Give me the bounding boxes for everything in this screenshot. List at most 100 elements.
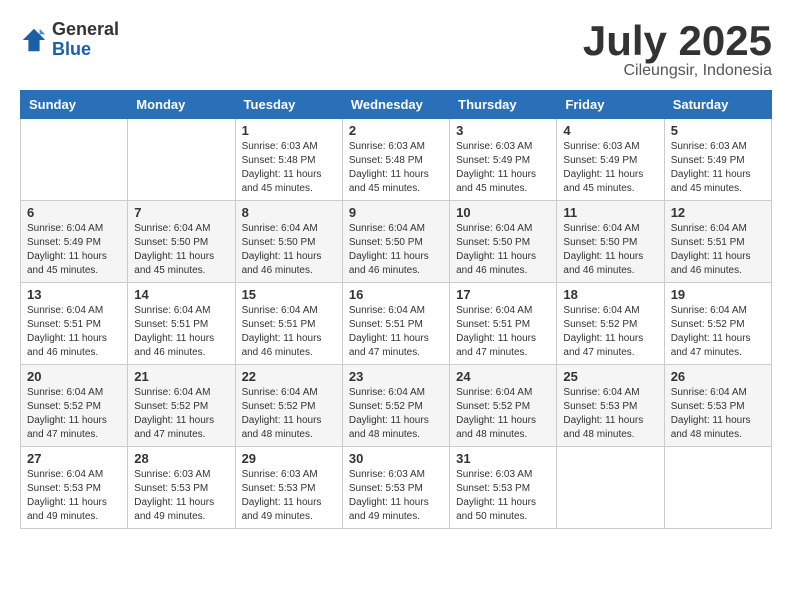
day-info: Sunrise: 6:03 AM Sunset: 5:53 PM Dayligh…: [134, 468, 228, 524]
day-info: Sunrise: 6:04 AM Sunset: 5:51 PM Dayligh…: [27, 304, 121, 360]
day-info: Sunrise: 6:04 AM Sunset: 5:53 PM Dayligh…: [671, 386, 765, 442]
weekday-header-friday: Friday: [557, 91, 664, 119]
day-number: 25: [563, 369, 657, 384]
day-number: 13: [27, 287, 121, 302]
calendar-cell: [128, 119, 235, 201]
day-number: 19: [671, 287, 765, 302]
weekday-header-tuesday: Tuesday: [235, 91, 342, 119]
day-number: 31: [456, 451, 550, 466]
weekday-header-monday: Monday: [128, 91, 235, 119]
day-info: Sunrise: 6:04 AM Sunset: 5:52 PM Dayligh…: [671, 304, 765, 360]
day-info: Sunrise: 6:04 AM Sunset: 5:50 PM Dayligh…: [134, 222, 228, 278]
day-number: 23: [349, 369, 443, 384]
day-number: 10: [456, 205, 550, 220]
calendar-cell: 26 Sunrise: 6:04 AM Sunset: 5:53 PM Dayli…: [664, 365, 771, 447]
calendar-cell: 24Sunrise: 6:04 AM Sunset: 5:52 PM Dayli…: [450, 365, 557, 447]
day-info: Sunrise: 6:04 AM Sunset: 5:51 PM Dayligh…: [134, 304, 228, 360]
day-info: Sunrise: 6:04 AM Sunset: 5:51 PM Dayligh…: [242, 304, 336, 360]
day-number: 5: [671, 123, 765, 138]
calendar-cell: 12 Sunrise: 6:04 AM Sunset: 5:51 PM Dayli…: [664, 201, 771, 283]
calendar-cell: 23 Sunrise: 6:04 AM Sunset: 5:52 PM Dayli…: [342, 365, 449, 447]
weekday-header-sunday: Sunday: [21, 91, 128, 119]
calendar-cell: 14 Sunrise: 6:04 AM Sunset: 5:51 PM Dayli…: [128, 283, 235, 365]
day-info: Sunrise: 6:04 AM Sunset: 5:50 PM Dayligh…: [242, 222, 336, 278]
calendar-cell: 30 Sunrise: 6:03 AM Sunset: 5:53 PM Dayli…: [342, 447, 449, 529]
day-info: Sunrise: 6:04 AM Sunset: 5:50 PM Dayligh…: [456, 222, 550, 278]
calendar-cell: [21, 119, 128, 201]
day-number: 7: [134, 205, 228, 220]
day-number: 18: [563, 287, 657, 302]
day-info: Sunrise: 6:04 AM Sunset: 5:49 PM Dayligh…: [27, 222, 121, 278]
calendar-cell: 1 Sunrise: 6:03 AM Sunset: 5:48 PM Daylig…: [235, 119, 342, 201]
day-number: 16: [349, 287, 443, 302]
calendar-week-row-4: 20 Sunrise: 6:04 AM Sunset: 5:52 PM Dayli…: [21, 365, 772, 447]
page-header: General Blue July 2025 Cileungsir, Indon…: [20, 20, 772, 80]
day-info: Sunrise: 6:04 AM Sunset: 5:52 PM Dayligh…: [242, 386, 336, 442]
day-number: 15: [242, 287, 336, 302]
day-number: 4: [563, 123, 657, 138]
day-info: Sunrise: 6:03 AM Sunset: 5:49 PM Dayligh…: [671, 140, 765, 196]
calendar-table: SundayMondayTuesdayWednesdayThursdayFrid…: [20, 90, 772, 529]
logo-icon: [20, 26, 48, 54]
calendar-cell: 16 Sunrise: 6:04 AM Sunset: 5:51 PM Dayli…: [342, 283, 449, 365]
day-number: 14: [134, 287, 228, 302]
day-info: Sunrise: 6:04 AM Sunset: 5:51 PM Dayligh…: [671, 222, 765, 278]
calendar-cell: 5 Sunrise: 6:03 AM Sunset: 5:49 PM Daylig…: [664, 119, 771, 201]
calendar-cell: 19 Sunrise: 6:04 AM Sunset: 5:52 PM Dayli…: [664, 283, 771, 365]
day-number: 21: [134, 369, 228, 384]
calendar-week-row-1: 1 Sunrise: 6:03 AM Sunset: 5:48 PM Daylig…: [21, 119, 772, 201]
day-info: Sunrise: 6:04 AM Sunset: 5:52 PM Dayligh…: [134, 386, 228, 442]
day-info: Sunrise: 6:04 AM Sunset: 5:52 PM Dayligh…: [349, 386, 443, 442]
day-number: 30: [349, 451, 443, 466]
day-number: 26: [671, 369, 765, 384]
day-info: Sunrise: 6:03 AM Sunset: 5:49 PM Dayligh…: [456, 140, 550, 196]
calendar-cell: 4 Sunrise: 6:03 AM Sunset: 5:49 PM Daylig…: [557, 119, 664, 201]
day-info: Sunrise: 6:03 AM Sunset: 5:48 PM Dayligh…: [242, 140, 336, 196]
day-number: 24: [456, 369, 550, 384]
day-number: 17: [456, 287, 550, 302]
calendar-cell: 17 Sunrise: 6:04 AM Sunset: 5:51 PM Dayli…: [450, 283, 557, 365]
day-number: 22: [242, 369, 336, 384]
day-info: Sunrise: 6:04 AM Sunset: 5:51 PM Dayligh…: [349, 304, 443, 360]
calendar-location: Cileungsir, Indonesia: [583, 62, 772, 80]
calendar-cell: 22 Sunrise: 6:04 AM Sunset: 5:52 PM Dayli…: [235, 365, 342, 447]
calendar-title: July 2025: [583, 20, 772, 62]
day-info: Sunrise: 6:03 AM Sunset: 5:49 PM Dayligh…: [563, 140, 657, 196]
calendar-cell: 15 Sunrise: 6:04 AM Sunset: 5:51 PM Dayli…: [235, 283, 342, 365]
day-info: Sunrise: 6:04 AM Sunset: 5:52 PM Dayligh…: [563, 304, 657, 360]
calendar-cell: 20 Sunrise: 6:04 AM Sunset: 5:52 PM Dayli…: [21, 365, 128, 447]
calendar-cell: 25Sunrise: 6:04 AM Sunset: 5:53 PM Dayli…: [557, 365, 664, 447]
weekday-header-thursday: Thursday: [450, 91, 557, 119]
weekday-header-row: SundayMondayTuesdayWednesdayThursdayFrid…: [21, 91, 772, 119]
day-number: 27: [27, 451, 121, 466]
day-number: 12: [671, 205, 765, 220]
calendar-cell: 31 Sunrise: 6:03 AM Sunset: 5:53 PM Dayli…: [450, 447, 557, 529]
calendar-cell: [557, 447, 664, 529]
day-number: 11: [563, 205, 657, 220]
logo-blue-text: Blue: [52, 40, 119, 60]
calendar-cell: 18 Sunrise: 6:04 AM Sunset: 5:52 PM Dayli…: [557, 283, 664, 365]
day-info: Sunrise: 6:03 AM Sunset: 5:53 PM Dayligh…: [456, 468, 550, 524]
day-number: 29: [242, 451, 336, 466]
day-number: 8: [242, 205, 336, 220]
calendar-cell: 9Sunrise: 6:04 AM Sunset: 5:50 PM Daylig…: [342, 201, 449, 283]
day-number: 20: [27, 369, 121, 384]
calendar-cell: 11Sunrise: 6:04 AM Sunset: 5:50 PM Dayli…: [557, 201, 664, 283]
calendar-cell: 7 Sunrise: 6:04 AM Sunset: 5:50 PM Daylig…: [128, 201, 235, 283]
title-block: July 2025 Cileungsir, Indonesia: [583, 20, 772, 80]
calendar-cell: 6Sunrise: 6:04 AM Sunset: 5:49 PM Daylig…: [21, 201, 128, 283]
calendar-cell: 21 Sunrise: 6:04 AM Sunset: 5:52 PM Dayli…: [128, 365, 235, 447]
calendar-week-row-5: 27Sunrise: 6:04 AM Sunset: 5:53 PM Dayli…: [21, 447, 772, 529]
calendar-week-row-3: 13 Sunrise: 6:04 AM Sunset: 5:51 PM Dayli…: [21, 283, 772, 365]
weekday-header-wednesday: Wednesday: [342, 91, 449, 119]
day-number: 1: [242, 123, 336, 138]
day-info: Sunrise: 6:03 AM Sunset: 5:53 PM Dayligh…: [242, 468, 336, 524]
calendar-cell: 10 Sunrise: 6:04 AM Sunset: 5:50 PM Dayli…: [450, 201, 557, 283]
day-info: Sunrise: 6:04 AM Sunset: 5:51 PM Dayligh…: [456, 304, 550, 360]
day-info: Sunrise: 6:03 AM Sunset: 5:48 PM Dayligh…: [349, 140, 443, 196]
day-info: Sunrise: 6:03 AM Sunset: 5:53 PM Dayligh…: [349, 468, 443, 524]
day-number: 9: [349, 205, 443, 220]
day-info: Sunrise: 6:04 AM Sunset: 5:52 PM Dayligh…: [27, 386, 121, 442]
calendar-cell: 13 Sunrise: 6:04 AM Sunset: 5:51 PM Dayli…: [21, 283, 128, 365]
logo-general-text: General: [52, 20, 119, 40]
